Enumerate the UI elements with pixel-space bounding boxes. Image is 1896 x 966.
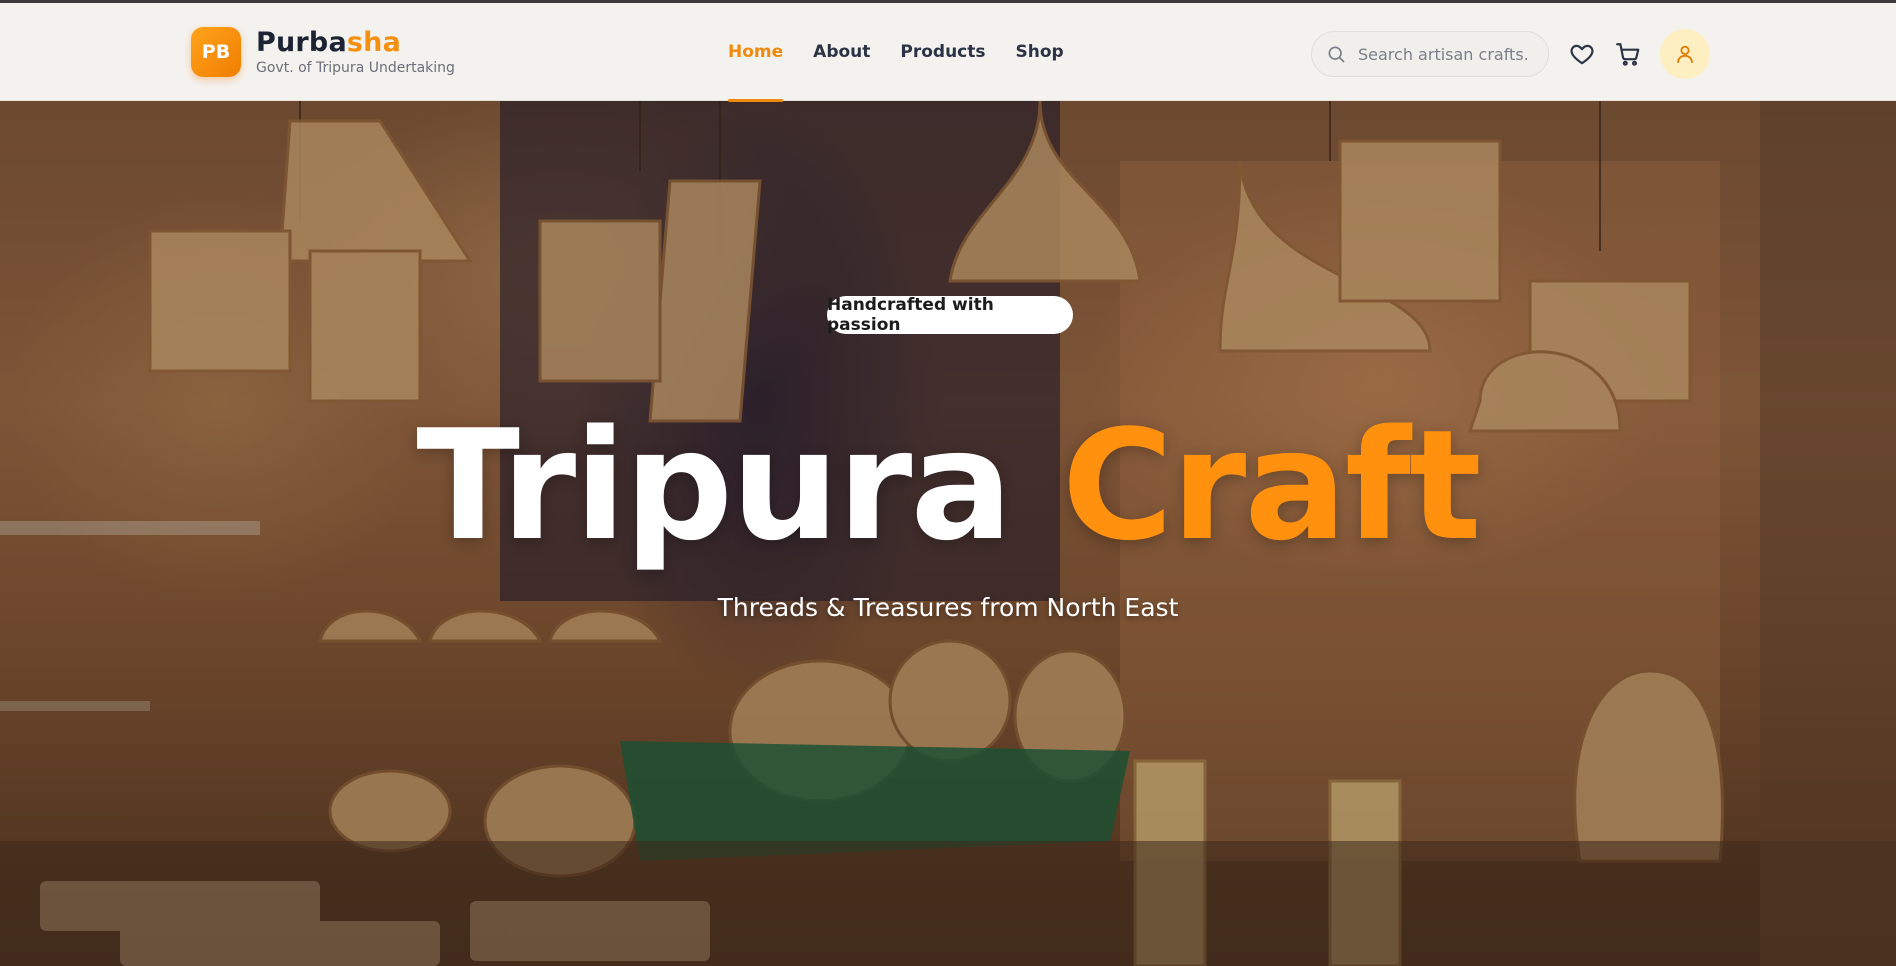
wishlist-button[interactable] <box>1567 39 1597 69</box>
brand-name-part2: sha <box>346 27 401 58</box>
site-header: PB Purbasha Govt. of Tripura Undertaking… <box>0 3 1896 102</box>
brand-subtitle: Govt. of Tripura Undertaking <box>256 60 455 76</box>
brand-name: Purbasha <box>256 28 455 58</box>
user-icon <box>1677 45 1693 64</box>
nav-item-home[interactable]: Home <box>728 3 784 102</box>
brand-logo-link[interactable]: PB Purbasha Govt. of Tripura Undertaking <box>191 27 455 77</box>
user-account-button[interactable] <box>1660 29 1710 79</box>
search-icon <box>1328 46 1345 63</box>
hero-section: Handcrafted with passion Tripura Craft T… <box>0 101 1896 966</box>
cart-button[interactable] <box>1613 39 1643 69</box>
window-top-border <box>0 0 1896 3</box>
hero-tagline-badge: Handcrafted with passion <box>827 295 1073 335</box>
search-box <box>1311 31 1549 77</box>
cart-icon <box>1616 43 1640 66</box>
hero-subtitle: Threads & Treasures from North East <box>717 593 1179 622</box>
brand-name-part1: Purba <box>256 27 347 58</box>
hero-title-accent: Craft <box>1061 397 1482 574</box>
nav-item-products[interactable]: Products <box>900 3 985 101</box>
search-input[interactable] <box>1358 44 1528 64</box>
brand-text: Purbasha Govt. of Tripura Undertaking <box>256 28 455 77</box>
nav-item-about[interactable]: About <box>813 3 870 101</box>
logo-badge: PB <box>191 27 241 77</box>
nav-item-shop[interactable]: Shop <box>1016 3 1064 101</box>
hero-title: Tripura Craft <box>0 401 1896 571</box>
heart-icon <box>1570 44 1594 65</box>
main-nav: Home About Products Shop <box>728 3 1094 102</box>
hero-title-part1: Tripura <box>416 397 1062 574</box>
